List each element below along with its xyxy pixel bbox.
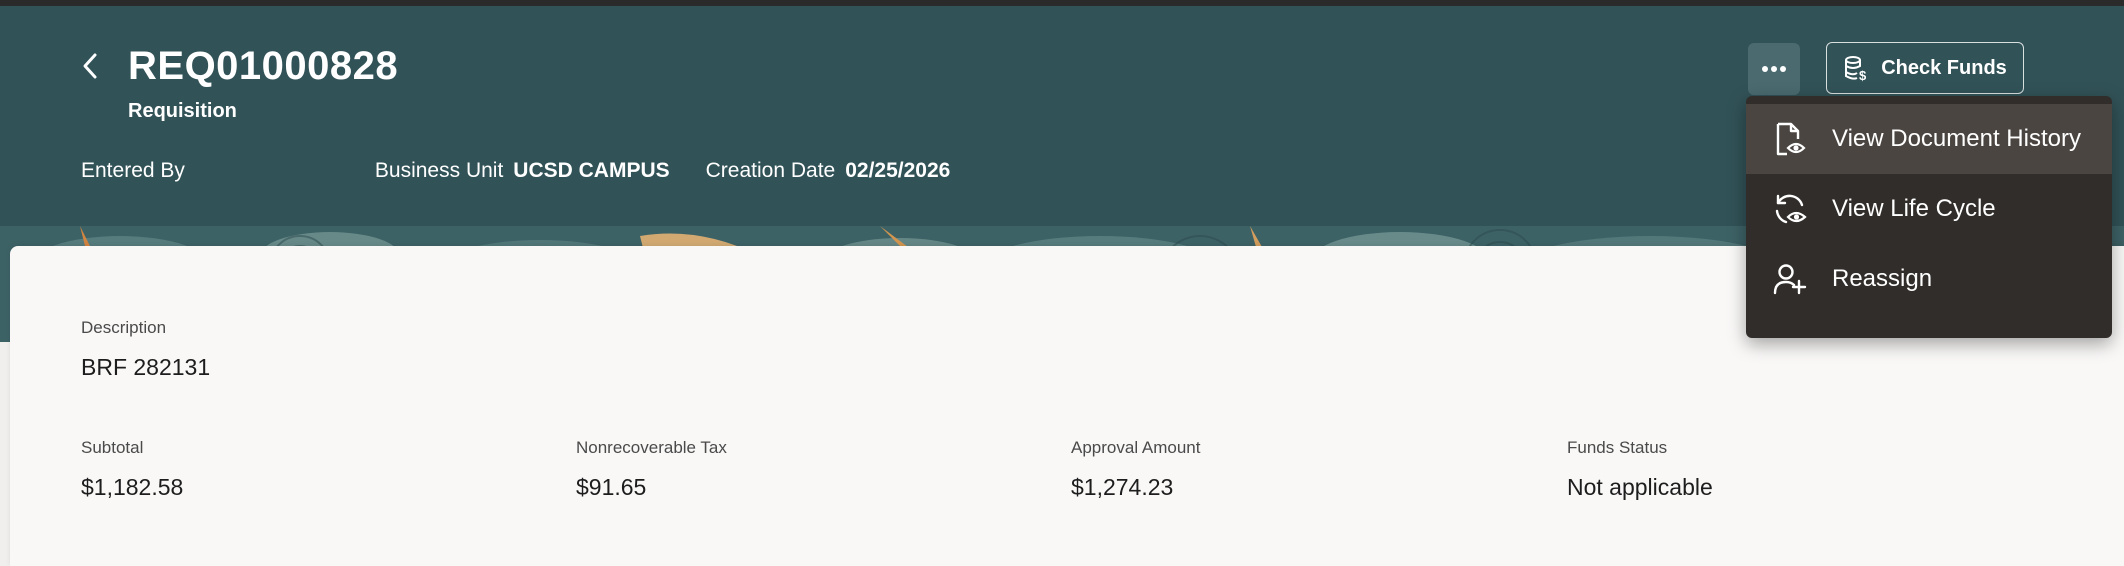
funds-status-label: Funds Status [1567,438,1668,457]
menu-item-reassign[interactable]: Reassign [1746,244,2112,314]
ellipsis-icon [1762,66,1786,72]
approval-amount-label: Approval Amount [1071,438,1201,457]
menu-item-label: View Life Cycle [1832,195,1996,222]
nonrecoverable-tax-label: Nonrecoverable Tax [576,438,727,457]
creation-date-label: Creation Date [705,159,836,182]
description-value: BRF 282131 [81,354,211,380]
business-unit-value: UCSD CAMPUS [513,159,670,182]
menu-item-label: View Document History [1832,125,2081,152]
coins-dollar-icon: $ [1845,56,1867,82]
page-subtitle: Requisition [128,100,237,122]
chevron-left-icon [83,53,97,79]
header-meta-row: Entered By Business Unit UCSD CAMPUS Cre… [81,159,950,183]
menu-item-label: Reassign [1832,265,1933,292]
page-title: REQ01000828 [128,44,399,88]
business-unit-label: Business Unit [374,159,504,182]
svg-text:$: $ [1859,68,1867,82]
check-funds-button[interactable]: $ Check Funds [1826,42,2024,94]
approval-amount-value: $1,274.23 [1071,474,1174,500]
nonrecoverable-tax-value: $91.65 [576,474,647,500]
subtotal-label: Subtotal [81,438,144,457]
back-button[interactable] [72,48,108,84]
user-add-icon [1772,261,1808,297]
funds-status-value: Not applicable [1567,474,1713,500]
cycle-eye-icon [1772,191,1808,227]
creation-date-value: 02/25/2026 [845,159,951,182]
description-label: Description [81,318,167,337]
more-actions-button[interactable] [1748,43,1800,95]
subtotal-value: $1,182.58 [81,474,184,500]
entered-by-label: Entered By [81,159,185,182]
document-eye-icon [1772,121,1808,157]
menu-item-view-document-history[interactable]: View Document History [1746,104,2112,174]
actions-dropdown-menu: View Document History View Life Cycle Re… [1746,96,2112,338]
menu-item-view-life-cycle[interactable]: View Life Cycle [1746,174,2112,244]
check-funds-label: Check Funds [1881,56,2007,79]
